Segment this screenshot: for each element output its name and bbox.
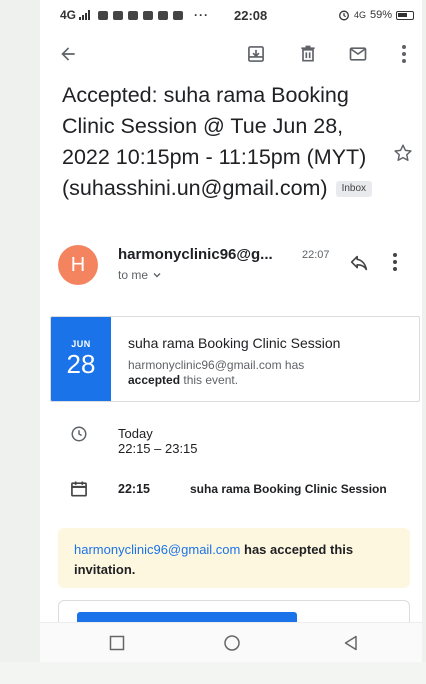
status-time: 22:08 xyxy=(234,7,268,23)
event-title: suha rama Booking Clinic Session xyxy=(128,335,341,351)
battery-percent: 59% xyxy=(369,9,392,21)
accepted-notice: harmonyclinic96@gmail.com has accepted t… xyxy=(58,528,410,588)
navigation-bar xyxy=(40,622,422,662)
calendar-event-title[interactable]: suha rama Booking Clinic Session xyxy=(190,482,412,496)
calendar-event-time: 22:15 xyxy=(118,482,150,496)
sender-name: harmonyclinic96@g... xyxy=(118,246,273,263)
notification-icon xyxy=(128,10,139,20)
notification-icon xyxy=(158,10,169,20)
status-right: 4G 59% xyxy=(338,9,414,21)
toolbar xyxy=(40,30,422,78)
avatar[interactable]: H xyxy=(58,245,98,285)
notification-icon xyxy=(113,10,124,20)
event-day: 28 xyxy=(66,349,96,379)
delete-icon[interactable] xyxy=(296,42,320,66)
recipient-text: to me xyxy=(118,268,149,282)
clock-icon xyxy=(70,425,88,443)
page-background xyxy=(0,662,426,684)
calendar-icon xyxy=(69,479,89,499)
event-time-range: 22:15 – 23:15 xyxy=(118,441,198,456)
message-more-icon[interactable] xyxy=(392,252,412,274)
notification-icon xyxy=(143,10,154,20)
more-vert-icon[interactable] xyxy=(392,42,416,66)
subject-text: Accepted: suha rama Booking Clinic Sessi… xyxy=(62,83,367,200)
archive-icon[interactable] xyxy=(244,42,268,66)
alarm-icon xyxy=(339,10,349,21)
network-type: 4G xyxy=(60,8,77,22)
notification-icon xyxy=(98,10,109,20)
event-desc-prefix: harmonyclinic96@gmail.com has xyxy=(128,358,305,372)
recipient-details[interactable]: to me xyxy=(118,268,162,282)
email-time: 22:07 xyxy=(302,249,330,261)
notification-icon xyxy=(173,10,184,20)
inbox-label[interactable]: Inbox xyxy=(335,181,373,198)
home-icon[interactable] xyxy=(223,634,241,652)
phone-screen: 4G ··· 22:08 4G 59% Accepted: suha rama … xyxy=(40,0,422,662)
more-notifications: ··· xyxy=(194,8,210,22)
email-subject: Accepted: suha rama Booking Clinic Sessi… xyxy=(62,80,382,204)
star-icon[interactable] xyxy=(392,142,414,164)
battery-icon xyxy=(396,10,414,20)
event-desc-suffix: this event. xyxy=(183,373,239,387)
event-day-label: Today xyxy=(118,426,153,441)
network-type-2: 4G xyxy=(353,10,366,20)
event-card[interactable]: JUN 28 suha rama Booking Clinic Session … xyxy=(50,316,420,402)
notice-email-link[interactable]: harmonyclinic96@gmail.com xyxy=(74,542,240,557)
event-date: JUN 28 xyxy=(51,317,111,401)
status-bar: 4G ··· 22:08 4G 59% xyxy=(40,0,422,30)
event-month: JUN xyxy=(71,339,91,349)
status-left: 4G ··· 22:08 xyxy=(60,8,267,23)
mail-icon[interactable] xyxy=(346,42,370,66)
avatar-initial: H xyxy=(70,253,86,276)
signal-icon xyxy=(79,10,91,20)
reply-icon[interactable] xyxy=(348,252,370,274)
back-arrow-icon[interactable] xyxy=(56,42,80,66)
event-description: harmonyclinic96@gmail.com has accepted t… xyxy=(128,358,398,388)
back-nav-icon[interactable] xyxy=(342,634,360,652)
recents-icon[interactable] xyxy=(108,634,126,652)
chevron-down-icon xyxy=(153,273,161,278)
event-desc-bold: accepted xyxy=(128,373,181,387)
